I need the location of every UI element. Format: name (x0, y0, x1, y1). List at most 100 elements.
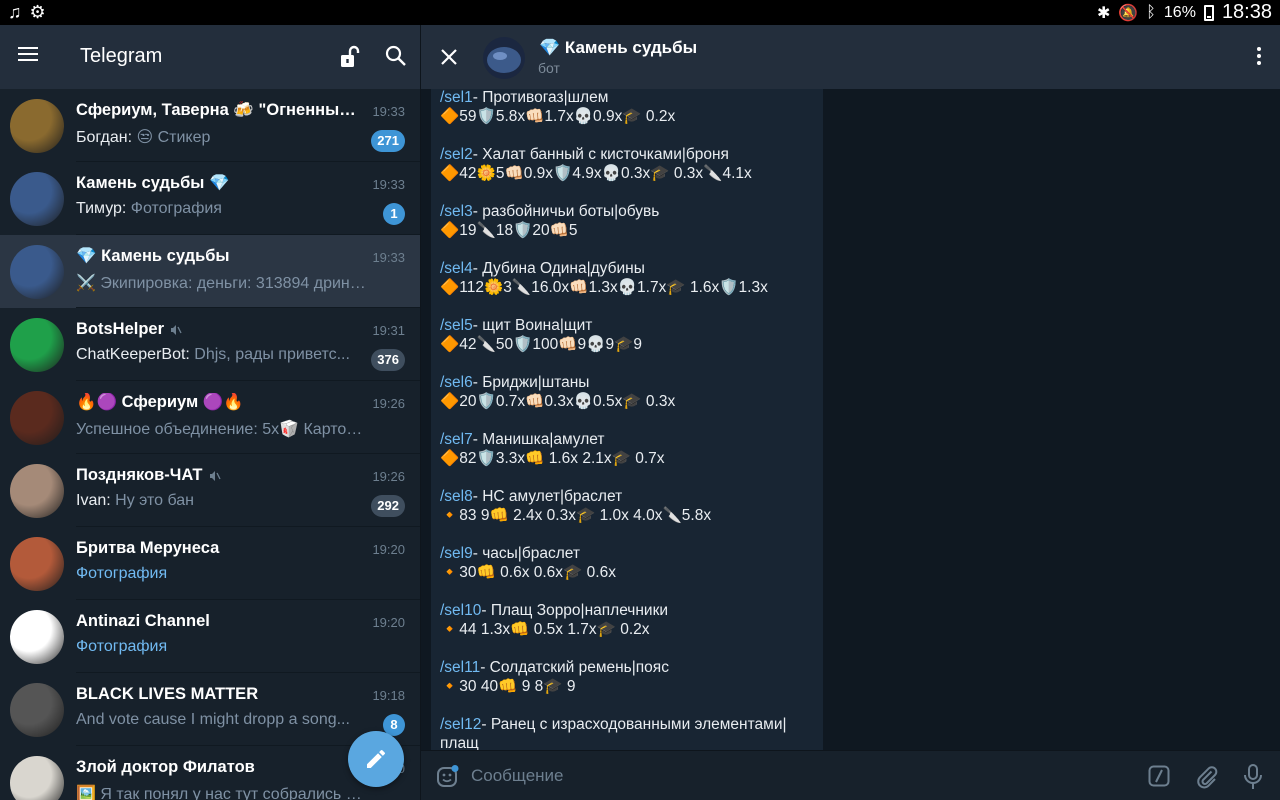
chat-avatar[interactable] (483, 37, 525, 79)
chat-avatar (10, 537, 64, 591)
chat-name: Сфериум, Таверна 🍻 "Огненный... (76, 101, 360, 119)
equipment-description: - часы|браслет (472, 545, 580, 562)
chat-avatar (10, 99, 64, 153)
equipment-description: - Плащ Зорро|наплечники (481, 602, 669, 619)
chat-list-item[interactable]: BotsHelper 19:31 ChatKeeperBot: Dhjs, рады… (0, 308, 420, 381)
equipment-line: /sel3- разбойничьи боты|обувь (440, 202, 814, 221)
chat-preview: Тимур: Фотография (76, 200, 366, 218)
select-command-link[interactable]: /sel2 (440, 146, 473, 163)
equipment-stats: 🔶20🛡️0.7x👊🏻0.3x💀0.5x🎓 0.3x (440, 393, 676, 410)
select-command-link[interactable]: /sel10 (440, 602, 481, 619)
unread-badge: 271 (371, 130, 405, 152)
chat-name: 💎 Камень судьбы (76, 247, 230, 265)
equipment-description: - разбойничьи боты|обувь (472, 203, 660, 220)
select-command-link[interactable]: /sel7 (440, 431, 473, 448)
attach-icon[interactable] (1195, 765, 1219, 789)
equipment-stats: 🔶42🌼5👊🏻0.9x🛡️4.9x💀0.3x🎓 0.3x🔪4.1x (440, 165, 752, 182)
chat-preview: Фотография (76, 638, 366, 656)
chat-name: BLACK LIVES MATTER (76, 685, 259, 703)
chat-preview-text: Успешное объединение: 5x🥡 Картонн... (76, 421, 366, 438)
chat-list-item[interactable]: BLACK LIVES MATTER 19:18 And vote cause I … (0, 673, 420, 746)
select-command-link[interactable]: /sel5 (440, 317, 473, 334)
bot-command-icon[interactable] (1148, 765, 1170, 787)
select-command-link[interactable]: /sel8 (440, 488, 473, 505)
chat-list-item[interactable]: 💎 Камень судьбы 19:33 ⚔️ Экипировка: деньг… (0, 235, 420, 308)
chat-avatar (10, 756, 64, 800)
more-options-icon[interactable] (1256, 47, 1262, 67)
chat-list-item[interactable]: Сфериум, Таверна 🍻 "Огненный... 19:33 Богд… (0, 89, 420, 162)
chat-list-item[interactable]: Поздняков-ЧАТ 19:26 Ivan: Ну это бан 292 (0, 454, 420, 527)
chat-time: 19:20 (372, 542, 405, 557)
select-command-link[interactable]: /sel6 (440, 374, 473, 391)
muted-icon (209, 470, 221, 481)
equipment-entry: /sel4- Дубина Одина|дубины 🔶112🌼3🔪16.0x👊🏻… (440, 259, 814, 297)
equipment-description: - Ранец с израсходованными элементами|пл… (440, 716, 787, 750)
chat-title[interactable]: 💎 Камень судьбы (539, 38, 697, 58)
equipment-description: - Халат банный с кисточками|броня (472, 146, 729, 163)
select-command-link[interactable]: /sel9 (440, 545, 473, 562)
chat-preview-sender: Богдан: (76, 129, 137, 146)
select-command-link[interactable]: /sel1 (440, 89, 473, 106)
equipment-entry: /sel5- щит Воина|щит 🔶42🔪50🛡️100👊🏻9💀9🎓9 (440, 316, 814, 354)
equipment-line: /sel2- Халат банный с кисточками|броня (440, 145, 814, 164)
chat-list-item[interactable]: 🔥🟣 Сфериум 🟣🔥 19:26 Успешное объединение: … (0, 381, 420, 454)
chat-preview-sender: ChatKeeperBot: (76, 346, 195, 363)
chat-time: 19:18 (372, 688, 405, 703)
chat-name: Камень судьбы 💎 (76, 174, 230, 192)
select-command-link[interactable]: /sel3 (440, 203, 473, 220)
sticker-emoji-icon[interactable] (435, 765, 459, 789)
select-command-link[interactable]: /sel4 (440, 260, 473, 277)
select-command-link[interactable]: /sel12 (440, 716, 481, 733)
new-message-button[interactable] (348, 731, 404, 787)
muted-icon (171, 324, 182, 335)
equipment-line: /sel7- Манишка|амулет (440, 430, 814, 449)
chat-avatar (10, 391, 64, 445)
chat-preview-text: Фотография (76, 638, 168, 655)
chat-preview-sender: Тимур: (76, 200, 131, 217)
equipment-entry: /sel8- НС амулет|браслет 🔸83 9👊 2.4x 0.3x… (440, 487, 814, 525)
location-settings-icon: ⚙ (29, 2, 46, 22)
menu-icon[interactable] (18, 47, 38, 63)
unread-badge: 292 (371, 495, 405, 517)
battery-percent: 16% (1163, 3, 1196, 21)
microphone-icon[interactable] (1243, 764, 1263, 790)
chat-avatar (10, 683, 64, 737)
equipment-line: /sel9- часы|браслет (440, 544, 814, 563)
chat-list-item[interactable]: Бритва Мерунеса 19:20 Фотография (0, 527, 420, 600)
chat-avatar (10, 245, 64, 299)
message-input[interactable] (471, 761, 1091, 791)
status-right: ✱ 🔕 ᛒ 16% 18:38 (1097, 0, 1272, 25)
equipment-stats: 🔸44 1.3x👊 0.5x 1.7x🎓 0.2x (440, 621, 650, 638)
search-icon[interactable] (385, 45, 407, 67)
left-header: Telegram (0, 25, 420, 89)
equipment-line: /sel11- Солдатский ремень|пояс (440, 658, 814, 677)
mute-icon: 🔕 (1118, 4, 1139, 22)
chat-preview-text: Dhjs, рады приветс... (194, 346, 350, 363)
stone-avatar-image (483, 37, 525, 79)
chat-list-panel: Telegram Сфериум, Таверна 🍻 "Огненный...… (0, 25, 420, 800)
chat-name: Злой доктор Филатов (76, 758, 255, 776)
chat-preview-text: 🖼️ Я так понял у нас тут собрались одн..… (76, 786, 366, 800)
chat-header: 💎 Камень судьбы бот (421, 25, 1280, 89)
chat-avatar (10, 172, 64, 226)
equipment-entry: /sel1- Противогаз|шлем 🔶59🛡️5.8x👊🏻1.7x💀0.… (440, 89, 814, 126)
equipment-stats: 🔶59🛡️5.8x👊🏻1.7x💀0.9x🎓 0.2x (440, 108, 676, 125)
equipment-entry: /sel7- Манишка|амулет 🔶82🛡️3.3x👊 1.6x 2.1… (440, 430, 814, 468)
chat-preview: ⚔️ Экипировка: деньги: 313894 дринк... (76, 273, 366, 293)
close-icon[interactable] (439, 47, 459, 67)
equipment-stats: 🔶19🔪18🛡️20👊🏻5 (440, 222, 578, 239)
equipment-entry: /sel9- часы|браслет 🔸30👊 0.6x 0.6x🎓 0.6x (440, 544, 814, 582)
select-command-link[interactable]: /sel11 (440, 659, 480, 676)
chat-name: Antinazi Channel (76, 612, 210, 630)
equipment-description: - Манишка|амулет (472, 431, 605, 448)
equipment-line: /sel4- Дубина Одина|дубины (440, 259, 814, 278)
equipment-description: - Дубина Одина|дубины (472, 260, 645, 277)
chat-list: Сфериум, Таверна 🍻 "Огненный... 19:33 Богд… (0, 89, 420, 800)
equipment-description: - НС амулет|браслет (472, 488, 623, 505)
battery-icon (1203, 4, 1214, 21)
equipment-stats: 🔶112🌼3🔪16.0x👊🏻1.3x💀1.7x🎓 1.6x🛡️1.3x (440, 279, 768, 296)
chat-list-item[interactable]: Камень судьбы 💎 19:33 Тимур: Фотография 1 (0, 162, 420, 235)
chat-list-item[interactable]: Antinazi Channel 19:20 Фотография (0, 600, 420, 673)
chat-time: 19:33 (372, 104, 405, 119)
lock-open-icon[interactable] (338, 45, 360, 69)
